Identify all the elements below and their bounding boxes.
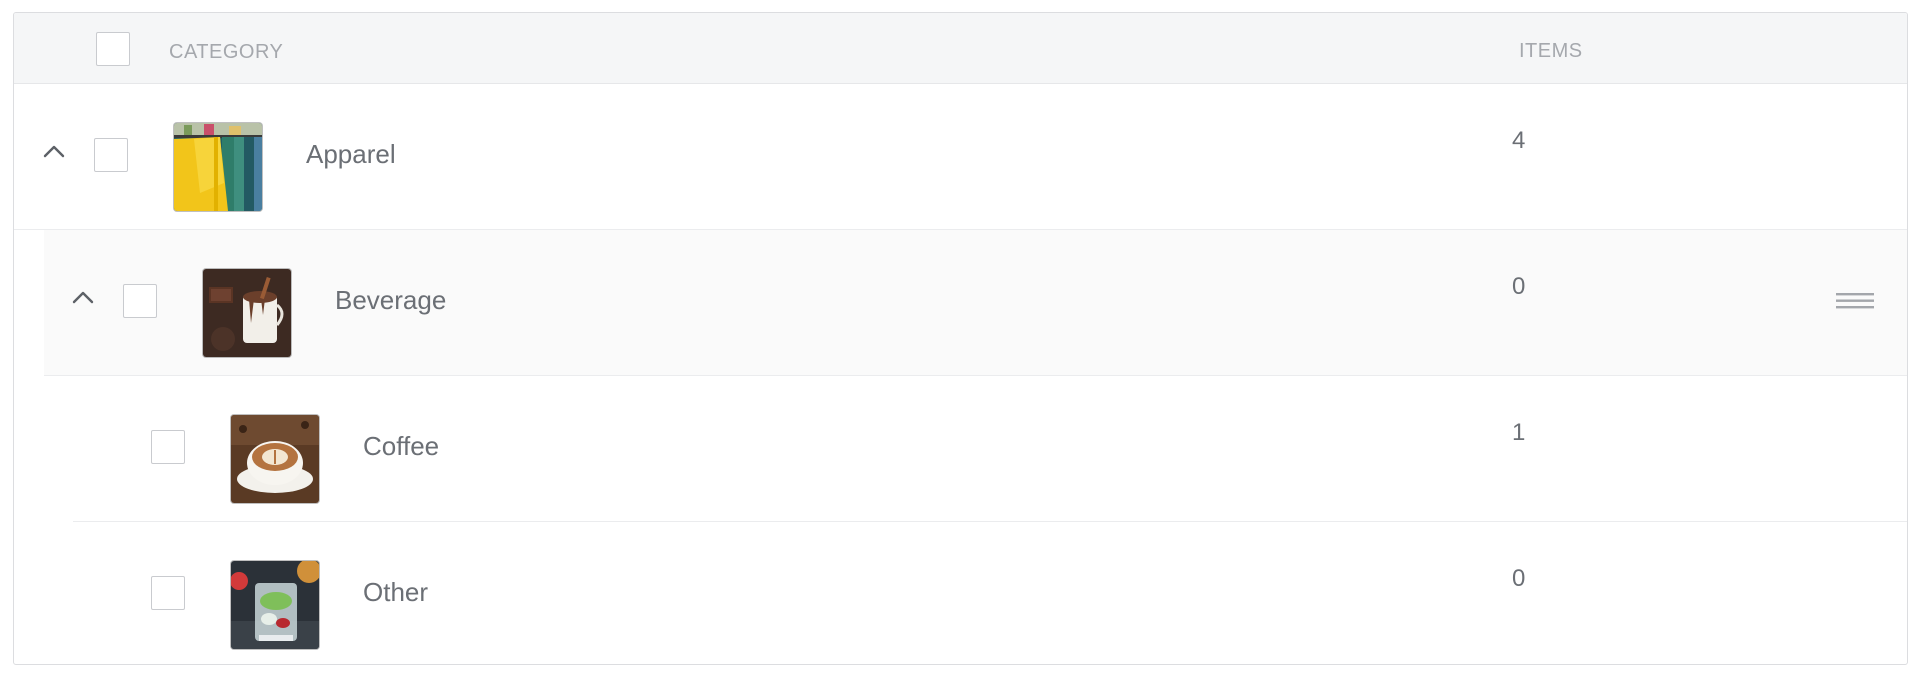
items-count: 0	[1512, 565, 1526, 592]
row-checkbox[interactable]	[94, 138, 128, 172]
row-checkbox[interactable]	[123, 284, 157, 318]
row-checkbox[interactable]	[151, 430, 185, 464]
category-name[interactable]: Apparel	[306, 139, 396, 170]
table-header: CATEGORY ITEMS	[14, 13, 1907, 84]
items-count: 1	[1512, 419, 1526, 446]
table-row[interactable]: Beverage 0	[44, 230, 1907, 375]
category-column-header[interactable]: CATEGORY	[169, 41, 283, 64]
chevron-up-icon[interactable]	[41, 139, 67, 165]
items-count: 4	[1512, 127, 1526, 154]
select-all-checkbox[interactable]	[96, 32, 130, 66]
items-column-header[interactable]: ITEMS	[1519, 40, 1583, 63]
category-image	[231, 415, 319, 503]
category-table: CATEGORY ITEMS Apparel 4 Beverage 0 Coff…	[13, 12, 1908, 665]
category-image	[231, 561, 319, 649]
table-row[interactable]: Other 0	[73, 522, 1907, 664]
table-row[interactable]: Coffee 1	[73, 376, 1907, 521]
row-checkbox[interactable]	[151, 576, 185, 610]
chevron-up-icon[interactable]	[70, 285, 96, 311]
table-row[interactable]: Apparel 4	[14, 84, 1907, 229]
category-image	[203, 269, 291, 357]
drag-handle-icon[interactable]	[1836, 291, 1874, 311]
category-name[interactable]: Other	[363, 577, 428, 608]
category-name[interactable]: Coffee	[363, 431, 439, 462]
category-image	[174, 123, 262, 211]
items-count: 0	[1512, 273, 1526, 300]
category-name[interactable]: Beverage	[335, 285, 446, 316]
